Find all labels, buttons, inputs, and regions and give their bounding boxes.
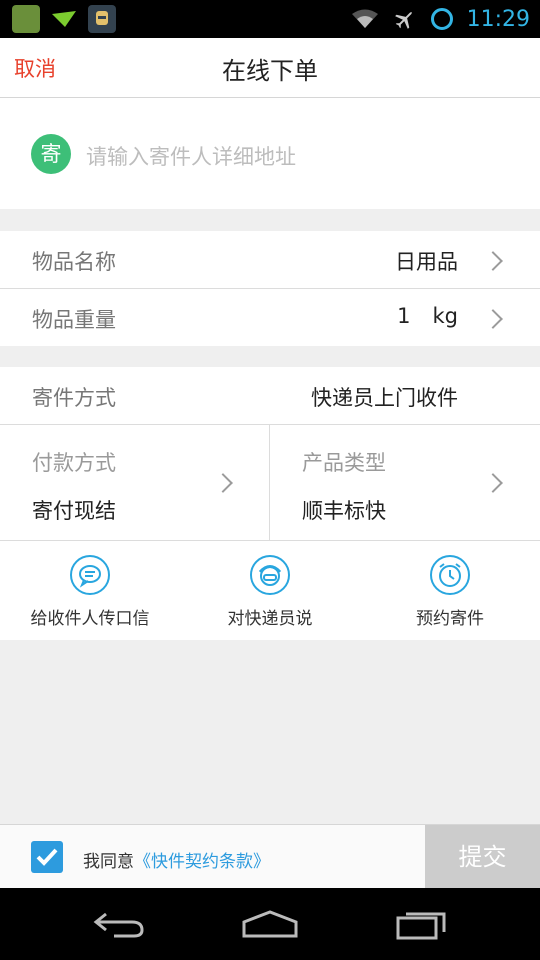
payment-method-value: 寄付现结	[32, 499, 116, 523]
top-app-bar: 取消 在线下单	[0, 38, 540, 98]
agreement-text: 我同意《快件契约条款》	[83, 847, 270, 872]
item-weight-label: 物品重量	[32, 308, 116, 332]
checkmark-icon	[36, 848, 58, 866]
ship-method-label: 寄件方式	[32, 386, 116, 410]
chevron-right-icon	[483, 251, 503, 271]
system-nav-bar	[0, 888, 540, 960]
paper-plane-app-icon	[50, 5, 78, 33]
item-weight-value: 1	[397, 304, 411, 328]
game-app-icon	[12, 5, 40, 33]
submit-button[interactable]: 提交	[425, 825, 540, 889]
chevron-right-icon	[483, 473, 503, 493]
sender-address-placeholder: 请输入寄件人详细地址	[86, 145, 296, 169]
sync-ring-icon	[430, 8, 453, 30]
schedule-pickup-label: 预约寄件	[416, 609, 484, 629]
status-bar: 11:29	[0, 0, 540, 38]
item-name-label: 物品名称	[32, 250, 116, 274]
item-name-value: 日用品	[395, 250, 458, 274]
tell-courier-button[interactable]: 对快递员说	[180, 541, 360, 640]
bottom-submit-bar: 我同意《快件契约条款》 提交	[0, 824, 540, 889]
message-recipient-button[interactable]: 给收件人传口信	[0, 541, 180, 640]
terms-link[interactable]: 《快件契约条款》	[134, 852, 270, 872]
ship-method-value: 快递员上门收件	[311, 386, 458, 410]
page-title: 在线下单	[222, 57, 318, 85]
payment-product-panel: 付款方式 寄付现结 产品类型 顺丰标快	[0, 425, 540, 540]
clock: 11:29	[466, 6, 530, 32]
item-weight-row[interactable]: 物品重量 1 kg	[0, 289, 540, 346]
home-icon[interactable]	[240, 908, 300, 940]
payment-method-cell[interactable]: 付款方式 寄付现结	[0, 425, 269, 540]
back-icon[interactable]	[92, 908, 148, 940]
courier-face-icon	[250, 555, 290, 595]
airplane-mode-icon	[394, 12, 412, 29]
agree-checkbox[interactable]	[31, 841, 63, 873]
product-type-cell[interactable]: 产品类型 顺丰标快	[270, 425, 540, 540]
chevron-right-icon	[213, 473, 233, 493]
product-type-value: 顺丰标快	[302, 499, 386, 523]
action-shortcuts: 给收件人传口信 对快递员说 预约寄件	[0, 541, 540, 640]
item-name-row[interactable]: 物品名称 日用品	[0, 231, 540, 288]
sender-badge-icon: 寄	[31, 134, 71, 174]
message-bubble-icon	[70, 555, 110, 595]
product-type-label: 产品类型	[302, 451, 386, 475]
robot-app-icon	[88, 5, 116, 33]
ship-method-row[interactable]: 寄件方式 快递员上门收件	[0, 367, 540, 424]
item-weight-unit: kg	[432, 304, 459, 328]
message-recipient-label: 给收件人传口信	[30, 609, 150, 629]
chevron-right-icon	[483, 309, 503, 329]
agreement-prefix: 我同意	[83, 852, 134, 872]
recent-apps-icon[interactable]	[394, 908, 450, 940]
alarm-clock-icon	[430, 555, 470, 595]
payment-method-label: 付款方式	[32, 451, 116, 475]
schedule-pickup-button[interactable]: 预约寄件	[360, 541, 540, 640]
tell-courier-label: 对快递员说	[227, 609, 313, 629]
wifi-icon	[351, 9, 378, 28]
sender-address-row[interactable]: 寄 请输入寄件人详细地址	[0, 98, 540, 262]
